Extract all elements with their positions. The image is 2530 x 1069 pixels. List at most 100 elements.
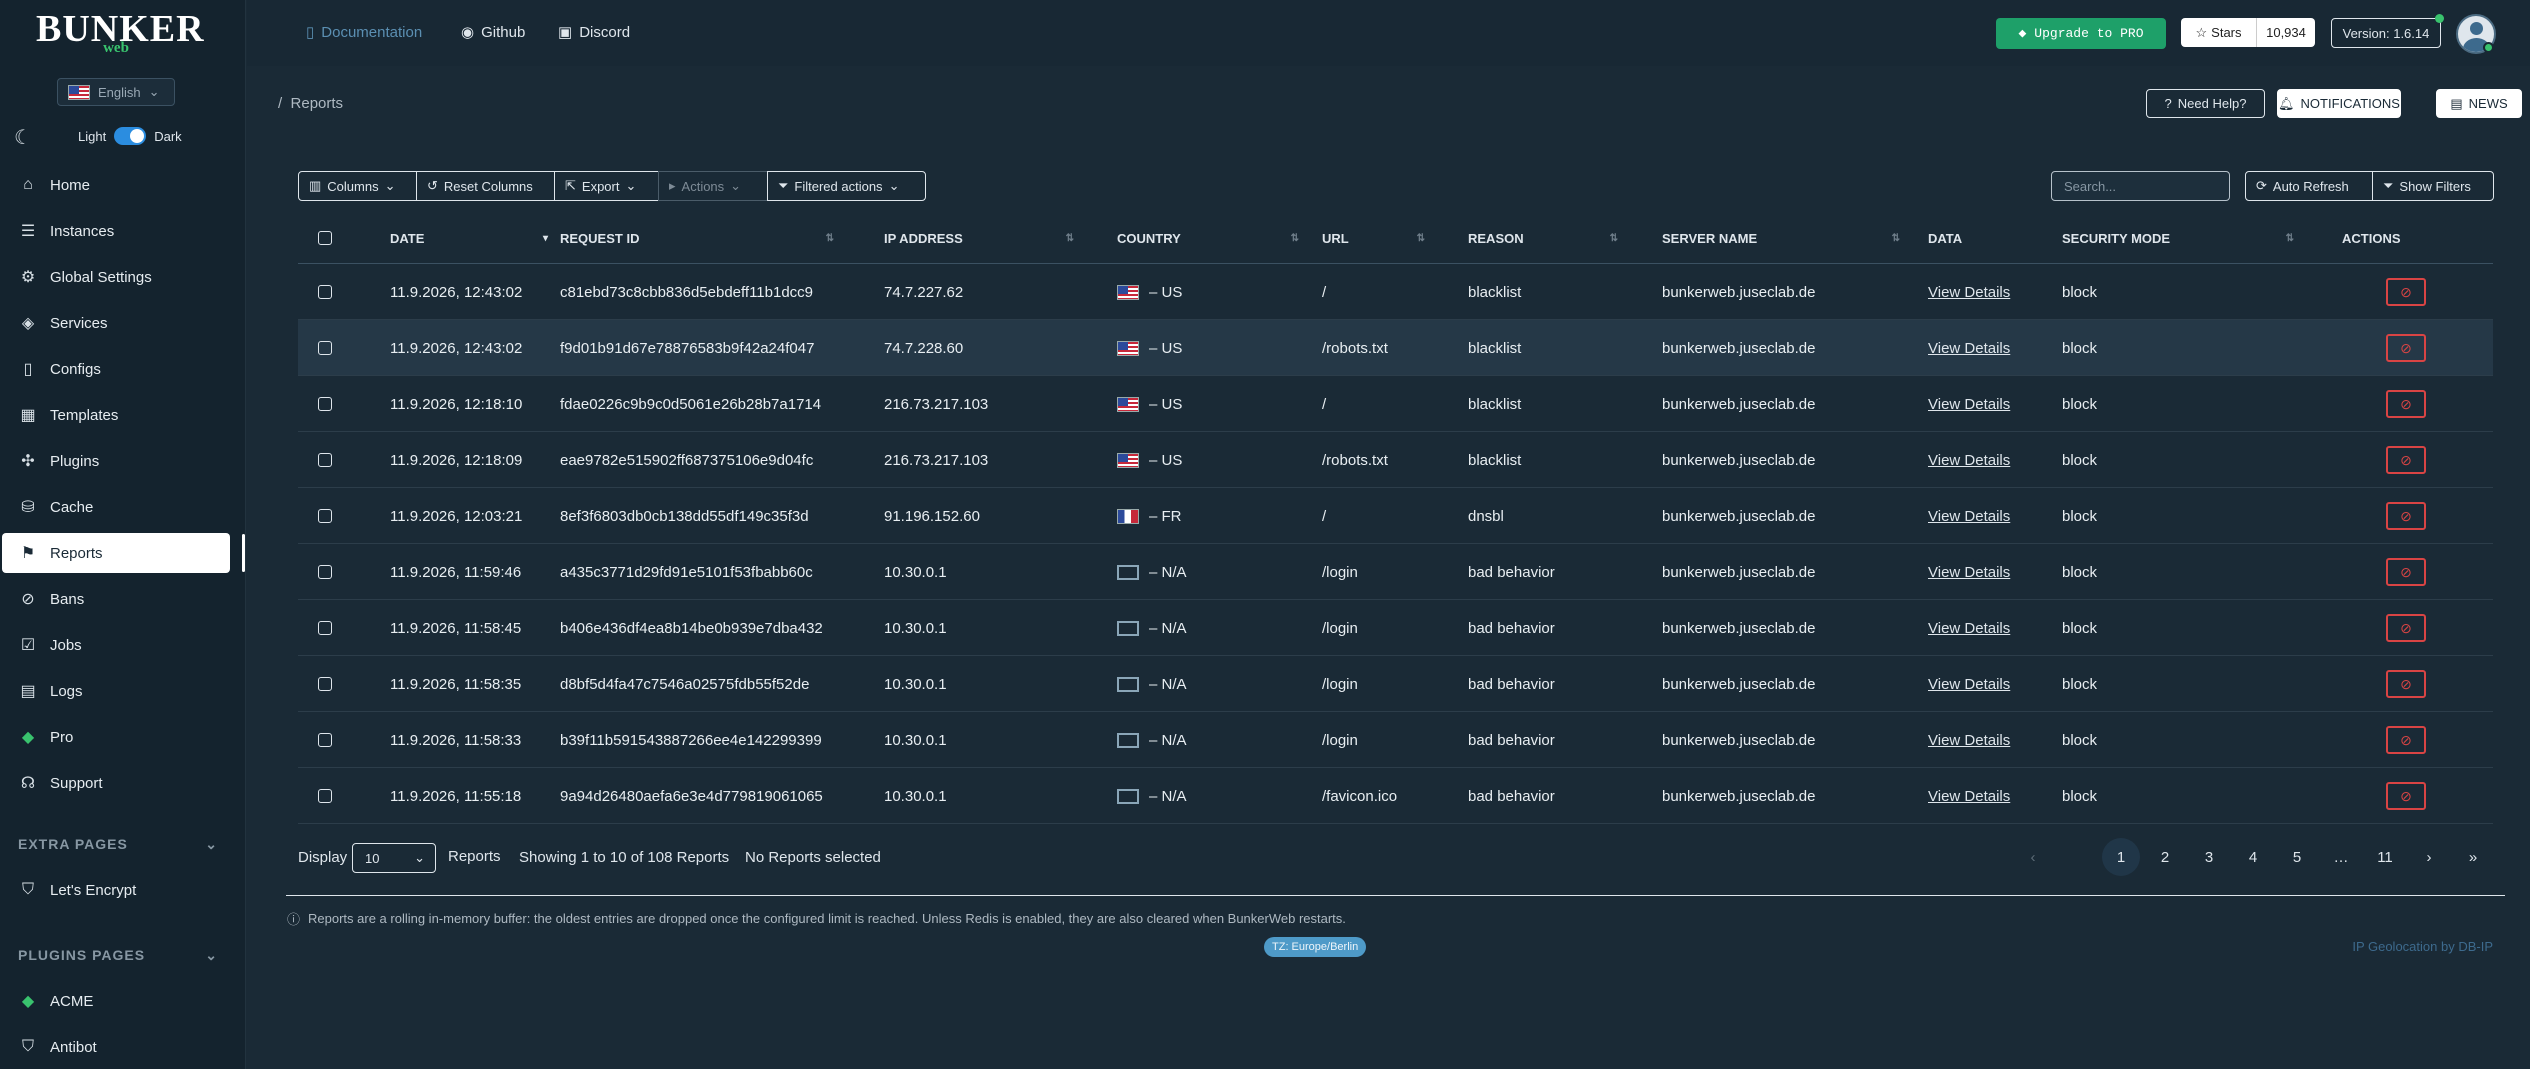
ban-ip-button[interactable]: ⊘ (2386, 782, 2426, 810)
ban-ip-button[interactable]: ⊘ (2386, 502, 2426, 530)
view-details-link[interactable]: View Details (1928, 284, 2010, 301)
next-page-button[interactable]: › (2410, 838, 2448, 876)
filtered-actions-button[interactable]: ⏷ Filtered actions ⌄ (767, 171, 926, 201)
ban-ip-button[interactable]: ⊘ (2386, 390, 2426, 418)
ban-ip-button[interactable]: ⊘ (2386, 558, 2426, 586)
view-details-link[interactable]: View Details (1928, 564, 2010, 581)
ban-ip-button[interactable]: ⊘ (2386, 278, 2426, 306)
view-details-link[interactable]: View Details (1928, 676, 2010, 693)
news-button[interactable]: ▤ NEWS (2436, 89, 2522, 118)
need-help-button[interactable]: ? Need Help? (2146, 89, 2265, 118)
cell-reason: blacklist (1468, 339, 1522, 357)
actions-button[interactable]: ▸ Actions ⌄ (658, 171, 768, 201)
discord-link[interactable]: ▣ Discord (558, 23, 630, 42)
sidebar-item-configs[interactable]: ▯ Configs (2, 349, 230, 389)
sidebar-item-templates[interactable]: ▦ Templates (2, 395, 230, 435)
prev-page-button[interactable]: ‹ (2014, 838, 2052, 876)
view-details-link[interactable]: View Details (1928, 452, 2010, 469)
language-select[interactable]: English ⌄ (57, 78, 175, 106)
plugins-pages-header[interactable]: PLUGINS PAGES ⌄ (18, 947, 218, 964)
last-page-button[interactable]: » (2454, 838, 2492, 876)
sidebar-item-acme[interactable]: ◆ ACME (2, 981, 230, 1021)
th-security-mode[interactable]: SECURITY MODE ⇅ (2062, 212, 2306, 264)
page-button[interactable]: 1 (2102, 838, 2140, 876)
view-details-link[interactable]: View Details (1928, 788, 2010, 805)
auto-refresh-button[interactable]: ⟳ Auto Refresh (2245, 171, 2373, 201)
page-button[interactable]: 5 (2278, 838, 2316, 876)
ban-ip-button[interactable]: ⊘ (2386, 670, 2426, 698)
view-details-link[interactable]: View Details (1928, 732, 2010, 749)
sidebar-item-instances[interactable]: ☰ Instances (2, 211, 230, 251)
auto-refresh-label: Auto Refresh (2272, 178, 2349, 194)
stars-label: Stars (2211, 25, 2242, 40)
bunkerweb-logo[interactable]: BUNKER web (36, 8, 204, 56)
star-icon: ☆ (2195, 24, 2208, 40)
view-details-link[interactable]: View Details (1928, 340, 2010, 357)
sidebar-item-home[interactable]: ⌂ Home (2, 165, 230, 205)
columns-button[interactable]: ▥ Columns ⌄ (298, 171, 417, 201)
version-button[interactable]: Version: 1.6.14 (2331, 18, 2441, 48)
sidebar-item-antibot[interactable]: ⛉ Antibot (2, 1027, 230, 1067)
sort-icon: ⇅ (2285, 232, 2294, 244)
show-filters-button[interactable]: ⏷ Show Filters (2372, 171, 2494, 201)
th-url[interactable]: URL ⇅ (1322, 212, 1437, 264)
sidebar-item-pro[interactable]: ◆ Pro (2, 717, 230, 757)
row-checkbox[interactable] (318, 341, 332, 355)
reset-columns-button[interactable]: ↺ Reset Columns (416, 171, 555, 201)
sidebar-item-lets-encrypt[interactable]: ⛉ Let's Encrypt (2, 870, 230, 910)
upgrade-pro-button[interactable]: ◆ Upgrade to PRO (1996, 18, 2166, 49)
th-country[interactable]: COUNTRY ⇅ (1117, 212, 1311, 264)
ban-ip-button[interactable]: ⊘ (2386, 334, 2426, 362)
ban-ip-button[interactable]: ⊘ (2386, 446, 2426, 474)
sidebar-item-jobs[interactable]: ☑ Jobs (2, 625, 230, 665)
row-checkbox[interactable] (318, 397, 332, 411)
github-stars-button[interactable]: ☆ Stars 10,934 (2181, 18, 2315, 47)
geolocation-credit-link[interactable]: IP Geolocation by DB-IP (2352, 939, 2493, 954)
extra-pages-header[interactable]: EXTRA PAGES ⌄ (18, 836, 218, 853)
sidebar-item-reports[interactable]: ⚑ Reports (2, 533, 230, 573)
sidebar-item-label: Plugins (50, 452, 100, 470)
search-input[interactable]: Search... (2051, 171, 2230, 201)
theme-toggle[interactable] (114, 127, 147, 145)
country-label: – N/A (1149, 731, 1187, 749)
view-details-link[interactable]: View Details (1928, 508, 2010, 525)
row-checkbox[interactable] (318, 453, 332, 467)
cell-actions: ⊘ (2386, 390, 2426, 418)
ban-ip-button[interactable]: ⊘ (2386, 614, 2426, 642)
github-link[interactable]: ◉ Github (461, 23, 525, 42)
th-date[interactable]: DATE ▾ (390, 212, 560, 264)
row-checkbox[interactable] (318, 789, 332, 803)
select-all-checkbox[interactable] (318, 231, 332, 245)
sidebar-item-support[interactable]: ☊ Support (2, 763, 230, 803)
chevron-down-icon: ⌄ (730, 178, 742, 193)
sidebar-item-bans[interactable]: ⊘ Bans (2, 579, 230, 619)
sidebar-item-plugins[interactable]: ✣ Plugins (2, 441, 230, 481)
row-checkbox[interactable] (318, 509, 332, 523)
page-button[interactable]: 11 (2366, 838, 2404, 876)
documentation-link[interactable]: ▯ Documentation (306, 23, 422, 42)
th-server-name[interactable]: SERVER NAME ⇅ (1662, 212, 1912, 264)
notifications-button[interactable]: 🔔︎ NOTIFICATIONS (2277, 89, 2401, 118)
ban-ip-button[interactable]: ⊘ (2386, 726, 2426, 754)
page-size-select[interactable]: 10 ⌄ (352, 843, 436, 873)
sidebar-item-label: Let's Encrypt (50, 881, 137, 899)
sidebar-item-cache[interactable]: ⛁ Cache (2, 487, 230, 527)
page-button[interactable]: 2 (2146, 838, 2184, 876)
page-button[interactable]: 3 (2190, 838, 2228, 876)
row-checkbox[interactable] (318, 285, 332, 299)
sidebar-item-global-settings[interactable]: ⚙ Global Settings (2, 257, 230, 297)
view-details-link[interactable]: View Details (1928, 620, 2010, 637)
row-checkbox[interactable] (318, 677, 332, 691)
th-reason[interactable]: REASON ⇅ (1468, 212, 1630, 264)
sidebar-item-logs[interactable]: ▤ Logs (2, 671, 230, 711)
sidebar-item-services[interactable]: ◈ Services (2, 303, 230, 343)
view-details-link[interactable]: View Details (1928, 396, 2010, 413)
th-ip-address[interactable]: IP ADDRESS ⇅ (884, 212, 1086, 264)
export-button[interactable]: ⇱ Export ⌄ (554, 171, 659, 201)
page-button[interactable]: 4 (2234, 838, 2272, 876)
row-checkbox[interactable] (318, 565, 332, 579)
sort-icon: ⇅ (1891, 232, 1900, 244)
th-request-id[interactable]: REQUEST ID ⇅ (560, 212, 846, 264)
row-checkbox[interactable] (318, 621, 332, 635)
row-checkbox[interactable] (318, 733, 332, 747)
